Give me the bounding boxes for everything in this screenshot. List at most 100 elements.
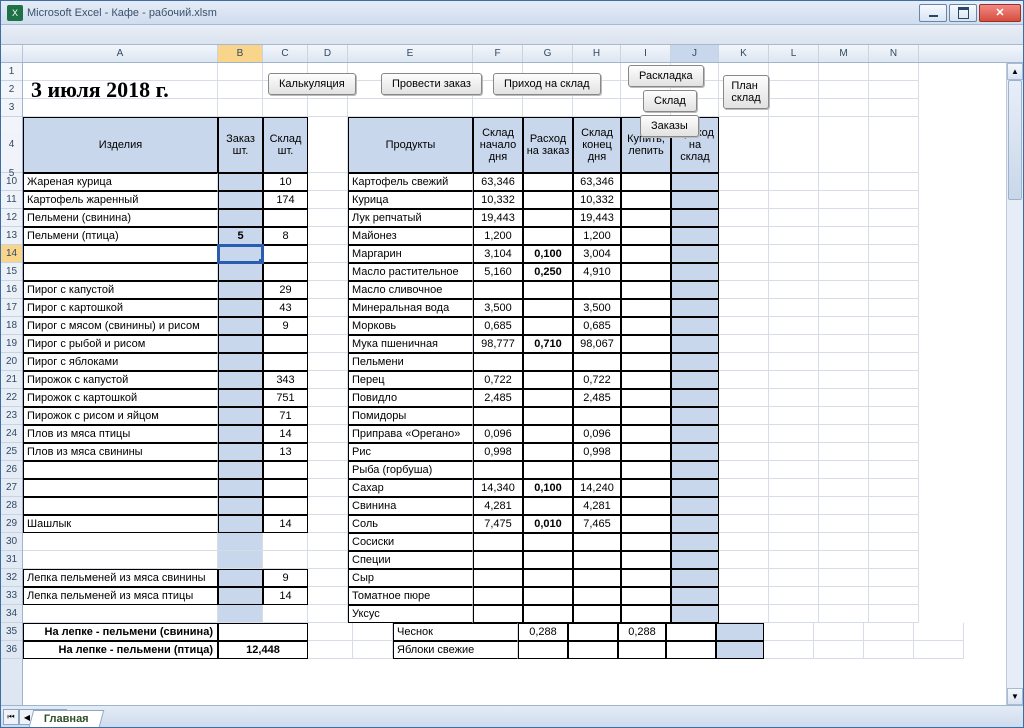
row-header[interactable]: 28 <box>1 497 22 515</box>
prod-name[interactable]: Маргарин <box>348 245 473 263</box>
prod-buy[interactable] <box>621 371 671 389</box>
item-stock[interactable]: 14 <box>263 425 308 443</box>
col-header[interactable]: C <box>263 45 308 62</box>
prod-name[interactable]: Помидоры <box>348 407 473 425</box>
prod-buy[interactable] <box>621 425 671 443</box>
prod-consume[interactable] <box>523 587 573 605</box>
note-value[interactable]: 12,448 <box>218 641 308 659</box>
item-name[interactable]: Пельмени (птица) <box>23 227 218 245</box>
spreadsheet-grid[interactable]: Калькуляция Провести заказ Приход на скл… <box>23 63 1006 705</box>
layout-button[interactable]: Раскладка <box>628 65 704 87</box>
prod-end[interactable]: 7,465 <box>573 515 621 533</box>
prod-end[interactable] <box>573 587 621 605</box>
prod-start[interactable]: 98,777 <box>473 335 523 353</box>
prod-income[interactable] <box>671 407 719 425</box>
prod-start[interactable] <box>473 533 523 551</box>
prod-buy[interactable] <box>621 173 671 191</box>
prod-end[interactable]: 19,443 <box>573 209 621 227</box>
item-stock[interactable] <box>263 335 308 353</box>
prod-name[interactable]: Картофель свежий <box>348 173 473 191</box>
col-header[interactable]: J <box>671 45 719 62</box>
prod-buy[interactable] <box>621 461 671 479</box>
prod-income[interactable] <box>671 515 719 533</box>
row-header[interactable]: 17 <box>1 299 22 317</box>
income-button[interactable]: Приход на склад <box>493 73 601 95</box>
prod-consume[interactable] <box>523 317 573 335</box>
col-header[interactable]: G <box>523 45 573 62</box>
item-name[interactable]: Жареная курица <box>23 173 218 191</box>
select-all-corner[interactable] <box>1 45 23 62</box>
item-order[interactable] <box>218 443 263 461</box>
prod-name[interactable]: Курица <box>348 191 473 209</box>
item-order[interactable] <box>218 245 263 263</box>
item-name[interactable]: Картофель жаренный <box>23 191 218 209</box>
prod-buy[interactable] <box>621 389 671 407</box>
run-order-button[interactable]: Провести заказ <box>381 73 482 95</box>
item-stock[interactable]: 9 <box>263 317 308 335</box>
item-order[interactable] <box>218 515 263 533</box>
prod-buy[interactable] <box>621 263 671 281</box>
prod-consume[interactable] <box>523 191 573 209</box>
col-header[interactable]: F <box>473 45 523 62</box>
prod-name[interactable]: Соль <box>348 515 473 533</box>
prod-start[interactable]: 0,288 <box>518 623 568 641</box>
prod-start[interactable] <box>473 605 523 623</box>
item-name[interactable]: Плов из мяса свинины <box>23 443 218 461</box>
item-order[interactable] <box>218 317 263 335</box>
row-header[interactable]: 18 <box>1 317 22 335</box>
prod-start[interactable]: 5,160 <box>473 263 523 281</box>
prod-income[interactable] <box>671 587 719 605</box>
item-name[interactable]: Шашлык <box>23 515 218 533</box>
row-header[interactable]: 31 <box>1 551 22 569</box>
col-header[interactable]: D <box>308 45 348 62</box>
item-stock[interactable]: 751 <box>263 389 308 407</box>
prod-consume[interactable] <box>523 209 573 227</box>
col-header[interactable]: A <box>23 45 218 62</box>
prod-name[interactable]: Повидло <box>348 389 473 407</box>
prod-income[interactable] <box>671 497 719 515</box>
prod-consume[interactable] <box>523 407 573 425</box>
prod-buy[interactable] <box>666 623 716 641</box>
prod-consume[interactable]: 0,010 <box>523 515 573 533</box>
prod-name[interactable]: Масло растительное <box>348 263 473 281</box>
row-header[interactable]: 22 <box>1 389 22 407</box>
row-header[interactable]: 25 <box>1 443 22 461</box>
item-order[interactable] <box>218 299 263 317</box>
item-order[interactable] <box>218 335 263 353</box>
sklad-button[interactable]: Склад <box>643 90 697 112</box>
prod-end[interactable]: 0,096 <box>573 425 621 443</box>
prod-consume[interactable]: 0,100 <box>523 245 573 263</box>
prod-consume[interactable] <box>523 605 573 623</box>
note-label[interactable]: На лепке - пельмени (птица) <box>23 641 218 659</box>
col-header[interactable]: M <box>819 45 869 62</box>
prod-name[interactable]: Рис <box>348 443 473 461</box>
col-header[interactable]: L <box>769 45 819 62</box>
prod-consume[interactable] <box>568 641 618 659</box>
prod-name[interactable]: Томатное пюре <box>348 587 473 605</box>
prod-consume[interactable] <box>523 443 573 461</box>
row-header[interactable]: 16 <box>1 281 22 299</box>
prod-name[interactable]: Мука пшеничная <box>348 335 473 353</box>
item-order[interactable]: 5 <box>218 227 263 245</box>
row-header[interactable]: 34 <box>1 605 22 623</box>
extra-stock[interactable]: 14 <box>263 587 308 605</box>
prod-income[interactable] <box>671 335 719 353</box>
prod-start[interactable]: 7,475 <box>473 515 523 533</box>
prod-end[interactable] <box>573 569 621 587</box>
prod-end[interactable]: 3,004 <box>573 245 621 263</box>
row-header[interactable]: 19 <box>1 335 22 353</box>
item-stock[interactable] <box>263 497 308 515</box>
item-name[interactable]: Пирожок с картошкой <box>23 389 218 407</box>
prod-end[interactable]: 4,910 <box>573 263 621 281</box>
prod-consume[interactable]: 0,250 <box>523 263 573 281</box>
item-stock[interactable]: 43 <box>263 299 308 317</box>
row-header[interactable]: 27 <box>1 479 22 497</box>
item-stock[interactable]: 343 <box>263 371 308 389</box>
extra-stock[interactable]: 9 <box>263 569 308 587</box>
prod-income[interactable] <box>671 299 719 317</box>
close-button[interactable] <box>979 4 1021 22</box>
item-order[interactable] <box>218 353 263 371</box>
prod-end[interactable]: 1,200 <box>573 227 621 245</box>
prod-income[interactable] <box>671 191 719 209</box>
item-stock[interactable] <box>263 479 308 497</box>
